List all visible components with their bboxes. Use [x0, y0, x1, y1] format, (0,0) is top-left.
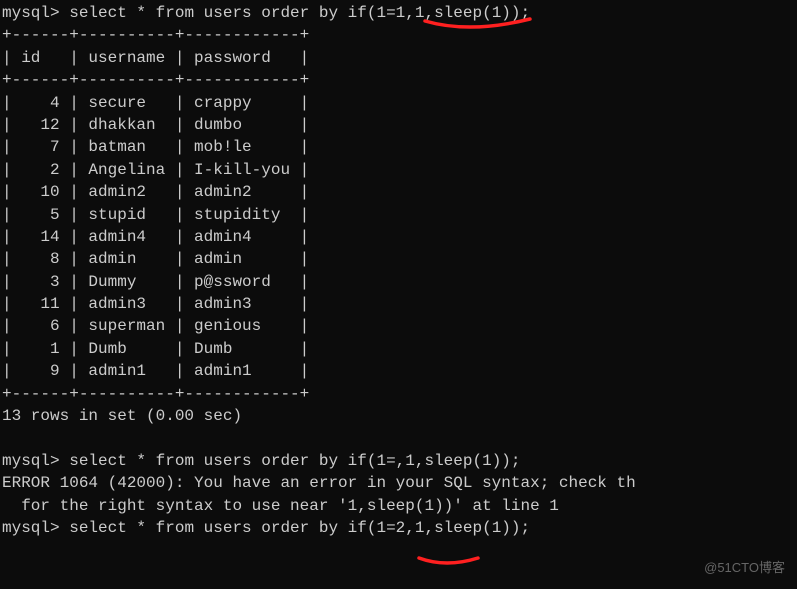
table-row: | 3 | Dummy | p@ssword |: [0, 271, 797, 293]
table-row: | 8 | admin | admin |: [0, 248, 797, 270]
sql-query-2: select * from users order by if(1=,1,sle…: [69, 452, 520, 470]
table-row: | 1 | Dumb | Dumb |: [0, 338, 797, 360]
sql-query-3: select * from users order by if(1=2,1,sl…: [69, 519, 530, 537]
mysql-prompt: mysql>: [2, 4, 60, 22]
table-border-top: +------+----------+------------+: [0, 24, 797, 46]
table-row: | 11 | admin3 | admin3 |: [0, 293, 797, 315]
table-row: | 7 | batman | mob!le |: [0, 136, 797, 158]
table-header: | id | username | password |: [0, 47, 797, 69]
table-row: | 10 | admin2 | admin2 |: [0, 181, 797, 203]
table-row: | 2 | Angelina | I-kill-you |: [0, 159, 797, 181]
table-row: | 12 | dhakkan | dumbo |: [0, 114, 797, 136]
blank-line: [0, 427, 797, 449]
mysql-prompt: mysql>: [2, 519, 60, 537]
sql-query-1: select * from users order by if(1=1,1,sl…: [69, 4, 530, 22]
table-row: | 14 | admin4 | admin4 |: [0, 226, 797, 248]
mysql-prompt: mysql>: [2, 452, 60, 470]
query-line-3: mysql> select * from users order by if(1…: [0, 517, 797, 539]
error-line-1: ERROR 1064 (42000): You have an error in…: [0, 472, 797, 494]
query-line-1: mysql> select * from users order by if(1…: [0, 2, 797, 24]
watermark: @51CTO博客: [704, 559, 785, 577]
query-line-2: mysql> select * from users order by if(1…: [0, 450, 797, 472]
table-border-bottom: +------+----------+------------+: [0, 383, 797, 405]
table-row: | 5 | stupid | stupidity |: [0, 204, 797, 226]
result-message: 13 rows in set (0.00 sec): [0, 405, 797, 427]
table-row: | 4 | secure | crappy |: [0, 92, 797, 114]
table-border-mid: +------+----------+------------+: [0, 69, 797, 91]
red-underline-annotation-2: [416, 554, 486, 572]
table-row: | 9 | admin1 | admin1 |: [0, 360, 797, 382]
error-line-2: for the right syntax to use near '1,slee…: [0, 495, 797, 517]
table-row: | 6 | superman | genious |: [0, 315, 797, 337]
